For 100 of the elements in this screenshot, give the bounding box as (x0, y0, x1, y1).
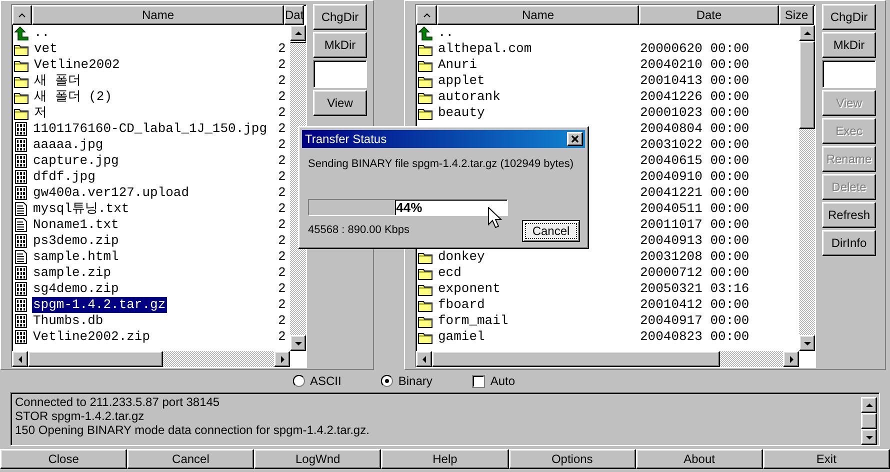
file-name[interactable]: mysql튜닝.txt (32, 201, 130, 217)
file-row[interactable]: applet 20010413 00:00 (416, 73, 799, 89)
file-row[interactable]: Anuri 20040210 00:00 (416, 57, 799, 73)
command-button[interactable]: Close (0, 449, 128, 469)
file-row[interactable]: fboard 20010412 00:00 (416, 297, 799, 313)
file-name[interactable]: spgm-1.4.2.tar.gz (32, 297, 167, 313)
scroll-left-button[interactable] (416, 351, 432, 367)
file-row[interactable]: autorank 20041226 00:00 (416, 89, 799, 105)
file-row[interactable]: donkey 20031208 00:00 (416, 249, 799, 265)
command-button[interactable]: Cancel (127, 449, 254, 469)
checkbox[interactable] (472, 374, 486, 388)
command-button[interactable]: Options (508, 449, 636, 469)
file-row[interactable]: gamiel 20040823 00:00 (416, 329, 799, 345)
folder-name[interactable]: applet (437, 73, 486, 89)
command-button[interactable]: Exit (762, 449, 890, 469)
scroll-down-button[interactable] (290, 335, 306, 351)
folder-name[interactable]: Anuri (437, 57, 478, 73)
horizontal-scrollbar[interactable] (416, 351, 799, 367)
triangle-right-icon (278, 354, 286, 364)
file-name[interactable]: 새 폴더 (2) (33, 89, 114, 105)
horizontal-scrollbar[interactable] (12, 351, 290, 367)
column-header[interactable]: Name (437, 5, 639, 25)
file-name[interactable]: Thumbs.db (32, 313, 104, 329)
toolbar-button[interactable]: ChgDir (822, 4, 876, 30)
file-name[interactable]: aaaaa.jpg (32, 137, 104, 153)
scroll-down-button[interactable] (861, 429, 877, 445)
folder-name[interactable]: althepal.com (437, 41, 533, 57)
input-field[interactable] (822, 60, 876, 88)
scroll-up-button[interactable] (799, 25, 815, 41)
column-header[interactable]: Date (639, 5, 779, 25)
file-name[interactable]: vet (33, 41, 58, 57)
scroll-thumb[interactable] (861, 413, 877, 429)
toolbar-button[interactable]: MkDir (313, 32, 367, 58)
vertical-scrollbar[interactable] (799, 25, 815, 351)
file-name[interactable]: dfdf.jpg (32, 169, 96, 185)
scroll-right-button[interactable] (274, 351, 290, 367)
scroll-up-button[interactable] (861, 397, 877, 413)
folder-name[interactable]: fboard (437, 297, 486, 313)
folder-name[interactable]: .. (437, 25, 455, 41)
file-name[interactable]: sg4demo.zip (32, 281, 120, 297)
file-name[interactable]: Noname1.txt (32, 217, 120, 233)
toolbar-button[interactable]: DirInfo (822, 230, 876, 256)
close-button[interactable] (567, 132, 583, 146)
sort-button[interactable] (12, 5, 32, 25)
column-header[interactable]: Size (779, 5, 814, 25)
sort-button[interactable] (416, 5, 437, 25)
folder-name[interactable]: beauty (437, 105, 486, 121)
file-name[interactable]: .. (33, 25, 51, 41)
file-name[interactable]: 1101176160-CD_labal_1J_150.jpg (32, 121, 268, 137)
file-row[interactable]: form_mail 20040917 00:00 (416, 313, 799, 329)
toolbar-button[interactable]: ChgDir (313, 4, 367, 30)
scroll-right-button[interactable] (783, 351, 799, 367)
radio-button[interactable] (293, 375, 305, 387)
folder-name[interactable]: gamiel (437, 329, 486, 345)
table-cell: 2 (278, 57, 286, 73)
scroll-down-button[interactable] (799, 335, 815, 351)
file-row[interactable]: beauty 20001023 00:00 (416, 105, 799, 121)
scroll-thumb[interactable] (290, 41, 306, 43)
scroll-up-button[interactable] (290, 25, 306, 41)
file-name[interactable]: gw400a.ver127.upload (32, 185, 190, 201)
table-cell: 2 (278, 249, 286, 265)
toolbar-button[interactable]: Refresh (822, 202, 876, 228)
vertical-scrollbar[interactable] (861, 397, 877, 442)
file-row[interactable]: althepal.com 20000620 00:00 (416, 41, 799, 57)
toolbar-button[interactable]: View (313, 90, 367, 116)
file-row[interactable]: exponent 20050321 03:16 (416, 281, 799, 297)
folder-icon (14, 90, 29, 104)
table-cell: 2 (278, 233, 286, 249)
file-name[interactable]: 새 폴더 (33, 73, 82, 89)
folder-name[interactable]: ecd (437, 265, 462, 281)
radio-button[interactable] (381, 375, 394, 387)
scroll-thumb[interactable] (799, 41, 815, 130)
file-name[interactable]: sample.html (32, 249, 120, 265)
folder-name[interactable]: exponent (437, 281, 502, 297)
toolbar-button[interactable]: MkDir (822, 32, 876, 58)
table-cell: 2 (278, 329, 286, 345)
command-button[interactable]: Help (381, 449, 509, 469)
file-name[interactable]: Vetline2002 (33, 57, 121, 73)
scroll-thumb[interactable] (432, 351, 720, 367)
file-name[interactable]: capture.jpg (32, 153, 120, 169)
column-header[interactable]: Name (32, 5, 284, 25)
folder-name[interactable]: autorank (437, 89, 502, 105)
scroll-thumb[interactable] (28, 351, 164, 367)
command-button[interactable]: LogWnd (254, 449, 382, 469)
caret-icon (18, 12, 26, 18)
command-button[interactable]: About (636, 449, 763, 469)
cancel-button[interactable]: Cancel (522, 220, 580, 242)
file-row[interactable]: .. (416, 25, 799, 41)
close-icon (571, 135, 579, 143)
file-name[interactable]: 저 (33, 105, 48, 121)
binary-file-icon (14, 138, 28, 152)
table-cell: 2 (278, 265, 286, 281)
file-name[interactable]: ps3demo.zip (32, 233, 120, 249)
file-name[interactable]: sample.zip (32, 265, 112, 281)
file-row[interactable]: ecd 20000712 00:00 (416, 265, 799, 281)
input-field[interactable] (313, 60, 367, 88)
file-name[interactable]: Vetline2002.zip (32, 329, 152, 345)
scroll-left-button[interactable] (12, 351, 28, 367)
folder-name[interactable]: form_mail (437, 313, 510, 329)
folder-name[interactable]: donkey (437, 249, 486, 265)
